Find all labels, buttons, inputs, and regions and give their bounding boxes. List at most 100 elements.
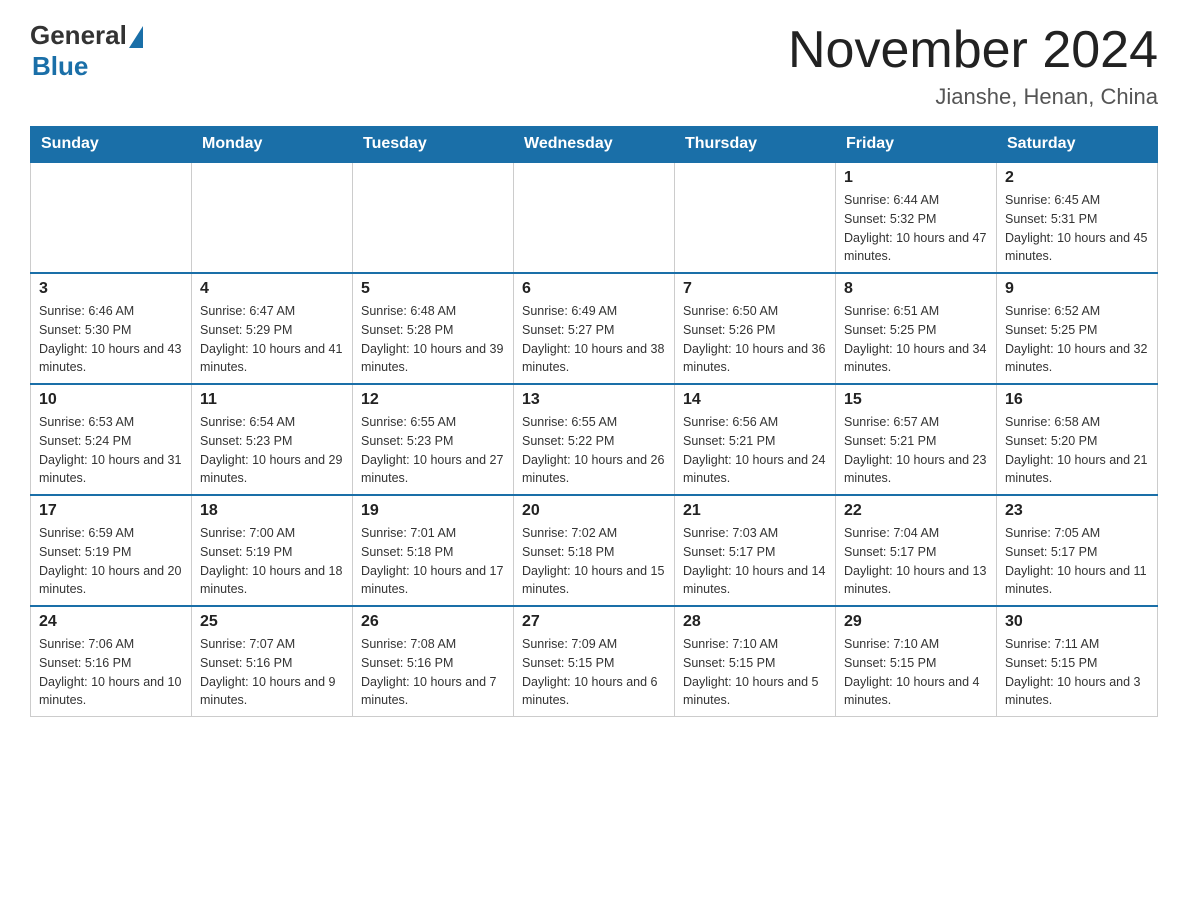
day-info: Sunrise: 7:09 AM Sunset: 5:15 PM Dayligh… [522,635,666,710]
calendar-cell: 3Sunrise: 6:46 AM Sunset: 5:30 PM Daylig… [31,273,192,384]
calendar-cell: 14 Sunrise: 6:56 AM Sunset: 5:21 PM Dayli… [675,384,836,495]
calendar-cell: 2 Sunrise: 6:45 AM Sunset: 5:31 PM Daylig… [997,162,1158,273]
day-info: Sunrise: 7:01 AM Sunset: 5:18 PM Dayligh… [361,524,505,599]
calendar-cell: 7 Sunrise: 6:50 AM Sunset: 5:26 PM Daylig… [675,273,836,384]
day-info: Sunrise: 6:55 AM Sunset: 5:22 PM Dayligh… [522,413,666,488]
calendar-cell: 17 Sunrise: 6:59 AM Sunset: 5:19 PM Dayli… [31,495,192,606]
calendar-week-row: 17 Sunrise: 6:59 AM Sunset: 5:19 PM Dayli… [31,495,1158,606]
day-info: Sunrise: 7:00 AM Sunset: 5:19 PM Dayligh… [200,524,344,599]
day-number: 5 [361,280,505,298]
calendar-cell [514,162,675,273]
day-number: 11 [200,391,344,409]
calendar-cell [675,162,836,273]
weekday-header-wednesday: Wednesday [514,127,675,163]
day-number: 12 [361,391,505,409]
calendar-week-row: 3Sunrise: 6:46 AM Sunset: 5:30 PM Daylig… [31,273,1158,384]
day-number: 1 [844,169,988,187]
title-section: November 2024 Jianshe, Henan, China [788,20,1158,110]
calendar-cell: 27 Sunrise: 7:09 AM Sunset: 5:15 PM Dayli… [514,606,675,717]
day-number: 28 [683,613,827,631]
day-info: Sunrise: 6:55 AM Sunset: 5:23 PM Dayligh… [361,413,505,488]
day-number: 9 [1005,280,1149,298]
calendar-week-row: 24Sunrise: 7:06 AM Sunset: 5:16 PM Dayli… [31,606,1158,717]
day-info: Sunrise: 6:56 AM Sunset: 5:21 PM Dayligh… [683,413,827,488]
day-info: Sunrise: 6:57 AM Sunset: 5:21 PM Dayligh… [844,413,988,488]
day-info: Sunrise: 6:52 AM Sunset: 5:25 PM Dayligh… [1005,302,1149,377]
calendar-cell: 4 Sunrise: 6:47 AM Sunset: 5:29 PM Daylig… [192,273,353,384]
day-info: Sunrise: 7:10 AM Sunset: 5:15 PM Dayligh… [844,635,988,710]
day-number: 16 [1005,391,1149,409]
calendar-cell [192,162,353,273]
day-info: Sunrise: 7:10 AM Sunset: 5:15 PM Dayligh… [683,635,827,710]
calendar-table: SundayMondayTuesdayWednesdayThursdayFrid… [30,126,1158,717]
day-number: 13 [522,391,666,409]
day-number: 19 [361,502,505,520]
day-info: Sunrise: 6:50 AM Sunset: 5:26 PM Dayligh… [683,302,827,377]
calendar-cell: 10 Sunrise: 6:53 AM Sunset: 5:24 PM Dayli… [31,384,192,495]
weekday-header-thursday: Thursday [675,127,836,163]
day-info: Sunrise: 7:08 AM Sunset: 5:16 PM Dayligh… [361,635,505,710]
logo-general-text: General [30,20,127,51]
calendar-cell: 20Sunrise: 7:02 AM Sunset: 5:18 PM Dayli… [514,495,675,606]
calendar-cell: 16 Sunrise: 6:58 AM Sunset: 5:20 PM Dayli… [997,384,1158,495]
weekday-header-tuesday: Tuesday [353,127,514,163]
day-number: 26 [361,613,505,631]
logo-blue-text: Blue [32,51,88,82]
day-info: Sunrise: 7:07 AM Sunset: 5:16 PM Dayligh… [200,635,344,710]
weekday-header-saturday: Saturday [997,127,1158,163]
weekday-header-monday: Monday [192,127,353,163]
calendar-cell: 26 Sunrise: 7:08 AM Sunset: 5:16 PM Dayli… [353,606,514,717]
calendar-cell: 5Sunrise: 6:48 AM Sunset: 5:28 PM Daylig… [353,273,514,384]
weekday-header-friday: Friday [836,127,997,163]
day-number: 7 [683,280,827,298]
day-info: Sunrise: 6:44 AM Sunset: 5:32 PM Dayligh… [844,191,988,266]
calendar-cell: 25Sunrise: 7:07 AM Sunset: 5:16 PM Dayli… [192,606,353,717]
day-number: 14 [683,391,827,409]
calendar-cell: 13 Sunrise: 6:55 AM Sunset: 5:22 PM Dayli… [514,384,675,495]
day-info: Sunrise: 7:06 AM Sunset: 5:16 PM Dayligh… [39,635,183,710]
calendar-cell: 12 Sunrise: 6:55 AM Sunset: 5:23 PM Dayli… [353,384,514,495]
day-info: Sunrise: 7:04 AM Sunset: 5:17 PM Dayligh… [844,524,988,599]
calendar-cell: 15Sunrise: 6:57 AM Sunset: 5:21 PM Dayli… [836,384,997,495]
day-number: 18 [200,502,344,520]
day-number: 22 [844,502,988,520]
calendar-cell: 28 Sunrise: 7:10 AM Sunset: 5:15 PM Dayli… [675,606,836,717]
calendar-cell: 18 Sunrise: 7:00 AM Sunset: 5:19 PM Dayli… [192,495,353,606]
calendar-cell: 9 Sunrise: 6:52 AM Sunset: 5:25 PM Daylig… [997,273,1158,384]
day-info: Sunrise: 6:45 AM Sunset: 5:31 PM Dayligh… [1005,191,1149,266]
day-info: Sunrise: 6:54 AM Sunset: 5:23 PM Dayligh… [200,413,344,488]
day-number: 6 [522,280,666,298]
calendar-week-row: 10 Sunrise: 6:53 AM Sunset: 5:24 PM Dayli… [31,384,1158,495]
calendar-cell: 24Sunrise: 7:06 AM Sunset: 5:16 PM Dayli… [31,606,192,717]
day-number: 2 [1005,169,1149,187]
day-number: 4 [200,280,344,298]
day-number: 17 [39,502,183,520]
logo: General Blue [30,20,143,82]
calendar-header: SundayMondayTuesdayWednesdayThursdayFrid… [31,127,1158,163]
day-info: Sunrise: 6:53 AM Sunset: 5:24 PM Dayligh… [39,413,183,488]
calendar-cell [31,162,192,273]
day-number: 30 [1005,613,1149,631]
calendar-cell: 23Sunrise: 7:05 AM Sunset: 5:17 PM Dayli… [997,495,1158,606]
day-number: 23 [1005,502,1149,520]
day-info: Sunrise: 6:59 AM Sunset: 5:19 PM Dayligh… [39,524,183,599]
calendar-body: 1 Sunrise: 6:44 AM Sunset: 5:32 PM Daylig… [31,162,1158,717]
day-number: 20 [522,502,666,520]
calendar-cell: 1 Sunrise: 6:44 AM Sunset: 5:32 PM Daylig… [836,162,997,273]
logo-triangle-icon [129,26,143,48]
calendar-cell: 11 Sunrise: 6:54 AM Sunset: 5:23 PM Dayli… [192,384,353,495]
page-header: General Blue November 2024 Jianshe, Hena… [30,20,1158,110]
day-number: 29 [844,613,988,631]
calendar-week-row: 1 Sunrise: 6:44 AM Sunset: 5:32 PM Daylig… [31,162,1158,273]
calendar-cell: 21Sunrise: 7:03 AM Sunset: 5:17 PM Dayli… [675,495,836,606]
day-info: Sunrise: 6:47 AM Sunset: 5:29 PM Dayligh… [200,302,344,377]
day-number: 10 [39,391,183,409]
weekday-header-sunday: Sunday [31,127,192,163]
calendar-cell: 22 Sunrise: 7:04 AM Sunset: 5:17 PM Dayli… [836,495,997,606]
calendar-cell: 19 Sunrise: 7:01 AM Sunset: 5:18 PM Dayli… [353,495,514,606]
day-number: 27 [522,613,666,631]
weekday-header-row: SundayMondayTuesdayWednesdayThursdayFrid… [31,127,1158,163]
day-number: 3 [39,280,183,298]
calendar-cell: 6Sunrise: 6:49 AM Sunset: 5:27 PM Daylig… [514,273,675,384]
day-info: Sunrise: 6:58 AM Sunset: 5:20 PM Dayligh… [1005,413,1149,488]
